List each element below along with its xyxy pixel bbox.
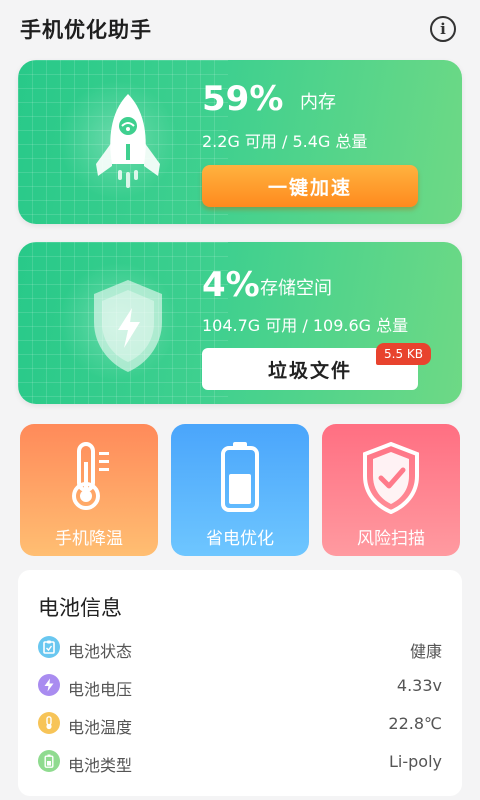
risk-scan-label: 风险扫描 xyxy=(357,529,425,549)
phone-cooling-label: 手机降温 xyxy=(55,529,123,549)
header: 手机优化助手 i xyxy=(0,0,480,56)
power-saving-tile[interactable]: 省电优化 xyxy=(171,424,309,556)
battery-temperature-value: 22.8℃ xyxy=(388,714,442,733)
boost-button[interactable]: 一键加速 xyxy=(202,165,418,207)
battery-info-title: 电池信息 xyxy=(38,596,122,620)
memory-label: 内存 xyxy=(300,92,336,113)
storage-label: 存储空间 xyxy=(260,278,332,299)
app-screen: 手机优化助手 i 59% 内存 2.2G 可用 / 5.4G 总量 一键加速 4… xyxy=(0,0,480,800)
battery-temperature-label: 电池温度 xyxy=(68,718,133,737)
app-title: 手机优化助手 xyxy=(20,18,152,42)
battery-info-panel: 电池信息 电池状态 健康 电池电压 4.33v 电池温度 22.8℃ 电池类型 … xyxy=(18,570,462,796)
risk-scan-tile[interactable]: 风险扫描 xyxy=(322,424,460,556)
storage-usage: 104.7G 可用 / 109.6G 总量 xyxy=(202,316,409,335)
bolt-icon xyxy=(38,674,60,696)
battery-type-label: 电池类型 xyxy=(68,756,133,775)
battery-status-label: 电池状态 xyxy=(68,642,133,661)
battery-voltage-value: 4.33v xyxy=(396,676,442,695)
clipboard-icon xyxy=(38,636,60,658)
battery-temperature-row: 电池温度 22.8℃ xyxy=(18,708,462,738)
battery-icon xyxy=(221,442,259,512)
battery-status-value: 健康 xyxy=(409,642,442,661)
battery-voltage-row: 电池电压 4.33v xyxy=(18,670,462,700)
thermometer-icon xyxy=(72,442,109,510)
battery-voltage-label: 电池电压 xyxy=(68,680,133,699)
storage-percent: 4% xyxy=(202,265,260,305)
power-saving-label: 省电优化 xyxy=(206,529,274,549)
phone-cooling-tile[interactable]: 手机降温 xyxy=(20,424,158,556)
thermometer-icon xyxy=(38,712,60,734)
battery-status-row: 电池状态 健康 xyxy=(18,632,462,662)
shield-bolt-icon xyxy=(94,280,162,372)
memory-percent: 59% xyxy=(202,79,284,119)
memory-usage: 2.2G 可用 / 5.4G 总量 xyxy=(202,132,368,151)
junk-size-badge: 5.5 KB xyxy=(376,343,431,365)
shield-check-icon xyxy=(363,441,419,514)
rocket-icon xyxy=(96,94,160,188)
battery-icon xyxy=(38,750,60,772)
info-icon[interactable]: i xyxy=(430,16,456,42)
battery-type-value: Li-poly xyxy=(389,752,442,771)
battery-type-row: 电池类型 Li-poly xyxy=(18,746,462,776)
